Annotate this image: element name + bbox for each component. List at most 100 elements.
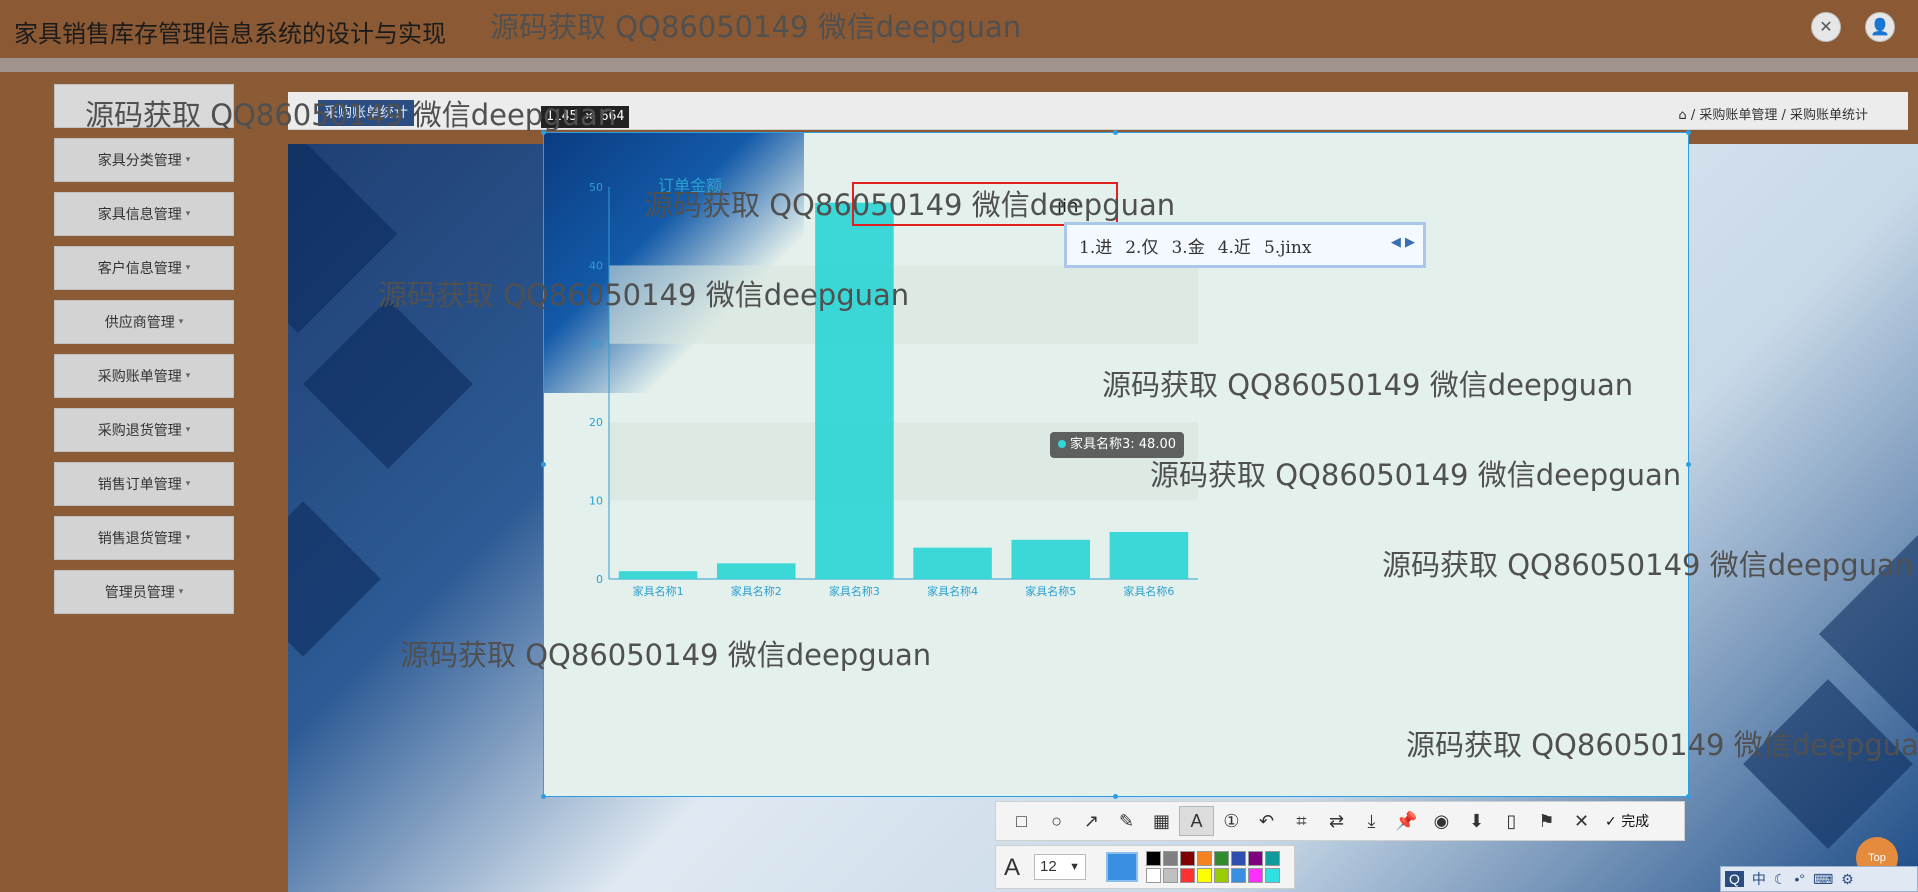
x-tick-label: 家具名称2 xyxy=(731,584,782,598)
bar xyxy=(716,563,796,579)
color-swatch[interactable] xyxy=(1265,868,1280,883)
watermark: 源码获取 QQ86050149 微信deepguan xyxy=(378,278,910,312)
sidebar-item-label: 客户信息管理 xyxy=(97,261,182,277)
mosaic-icon[interactable]: ▦ xyxy=(1144,806,1179,836)
color-swatch[interactable] xyxy=(1197,851,1212,866)
color-swatch[interactable] xyxy=(1214,851,1229,866)
watermark: 源码获取 QQ86050149 微信deepguan xyxy=(644,188,1176,222)
sidebar-item[interactable]: 销售退货管理 ▾ xyxy=(54,516,234,560)
ime-candidate[interactable]: 5.jinx xyxy=(1264,238,1311,258)
color-swatch[interactable] xyxy=(1231,868,1246,883)
arrow-icon[interactable]: ↗ xyxy=(1074,806,1109,836)
sidebar-item[interactable]: 家具分类管理 ▾ xyxy=(54,138,234,182)
color-swatch[interactable] xyxy=(1180,851,1195,866)
close-icon[interactable]: ✕ xyxy=(1564,806,1599,836)
record-icon[interactable]: ◉ xyxy=(1424,806,1459,836)
pencil-icon[interactable]: ✎ xyxy=(1109,806,1144,836)
expand-icon[interactable]: ✕ xyxy=(1811,12,1841,42)
translate-icon[interactable]: ⇄ xyxy=(1319,806,1354,836)
watermark: 源码获取 QQ86050149 微信deepguan xyxy=(490,10,1022,44)
watermark: 源码获取 QQ86050149 微信deepguan xyxy=(1406,728,1918,762)
chevron-down-icon: ▾ xyxy=(185,155,191,165)
y-tick-label: 30 xyxy=(589,338,603,351)
sidebar-item-label: 家具信息管理 xyxy=(97,207,182,223)
pin-icon[interactable]: 📌 xyxy=(1389,806,1424,836)
input-method-icon[interactable]: Q xyxy=(1725,871,1744,887)
current-color-swatch[interactable] xyxy=(1106,852,1138,882)
capture-toolbar: □ ○ ↗ ✎ ▦ A ① ↶ ⌗ ⇄ ⤓ 📌 ◉ ⬇ ▯ ⚑ ✕ ✓ 完成 xyxy=(995,801,1685,841)
number-icon[interactable]: ① xyxy=(1214,806,1249,836)
color-swatch[interactable] xyxy=(1180,868,1195,883)
long-capture-icon[interactable]: ⤓ xyxy=(1354,806,1389,836)
color-swatch[interactable] xyxy=(1214,868,1229,883)
y-tick-label: 50 xyxy=(589,181,603,194)
tray-item[interactable]: ⌨ xyxy=(1813,871,1833,887)
y-tick-label: 20 xyxy=(589,416,603,429)
color-swatch[interactable] xyxy=(1248,851,1263,866)
resize-handle[interactable] xyxy=(1113,794,1118,799)
home-icon[interactable]: ⌂ xyxy=(1678,108,1686,123)
color-swatch[interactable] xyxy=(1146,868,1161,883)
color-swatch[interactable] xyxy=(1163,868,1178,883)
ime-page-arrows[interactable]: ◀ ▶ xyxy=(1391,235,1415,250)
done-button[interactable]: ✓ 完成 xyxy=(1605,811,1649,831)
color-swatch[interactable] xyxy=(1146,851,1161,866)
sidebar-item[interactable]: 客户信息管理 ▾ xyxy=(54,246,234,290)
watermark: 源码获取 QQ86050149 微信deepguan xyxy=(1102,368,1634,402)
color-swatch[interactable] xyxy=(1197,868,1212,883)
font-size-select[interactable]: 12 ▼ xyxy=(1034,854,1086,880)
bookmark-icon[interactable]: ⚑ xyxy=(1529,806,1564,836)
ime-candidate-bar[interactable]: 1.进 2.仅 3.金 4.近 5.jinx ◀ ▶ xyxy=(1064,222,1426,268)
sidebar-item[interactable]: 供应商管理 ▾ xyxy=(54,300,234,344)
x-tick-label: 家具名称3 xyxy=(829,584,880,598)
tray-item[interactable]: ⚙ xyxy=(1841,871,1854,887)
breadcrumb: ⌂ / 采购账单管理 / 采购账单统计 xyxy=(1678,108,1868,123)
sidebar-item-label: 销售退货管理 xyxy=(97,531,182,547)
ime-candidate[interactable]: 1.进 xyxy=(1079,238,1112,258)
sidebar-item-label: 销售订单管理 xyxy=(97,477,182,493)
resize-handle[interactable] xyxy=(1686,462,1691,467)
color-swatch[interactable] xyxy=(1265,851,1280,866)
sidebar-item[interactable]: 家具信息管理 ▾ xyxy=(54,192,234,236)
bar xyxy=(1109,531,1189,579)
user-icon[interactable]: 👤 xyxy=(1865,12,1895,42)
chevron-down-icon: ▾ xyxy=(185,371,191,381)
color-swatch[interactable] xyxy=(1231,851,1246,866)
undo-icon[interactable]: ↶ xyxy=(1249,806,1284,836)
chevron-down-icon: ▾ xyxy=(185,479,191,489)
sidebar-item[interactable]: 采购退货管理 ▾ xyxy=(54,408,234,452)
ime-candidate[interactable]: 4.近 xyxy=(1218,238,1251,258)
sidebar-item[interactable]: 采购账单管理 ▾ xyxy=(54,354,234,398)
color-swatch[interactable] xyxy=(1248,868,1263,883)
sidebar-item-label: 管理员管理 xyxy=(104,585,175,601)
chevron-down-icon: ▾ xyxy=(178,587,184,597)
ime-candidate[interactable]: 3.金 xyxy=(1171,238,1204,258)
bar xyxy=(815,202,894,579)
watermark: 源码获取 QQ86050149 微信deepguan xyxy=(1150,458,1682,492)
chevron-down-icon: ▾ xyxy=(178,317,184,327)
tray-item[interactable]: •° xyxy=(1794,871,1805,887)
sidebar-item[interactable]: 管理员管理 ▾ xyxy=(54,570,234,614)
watermark: 源码获取 QQ86050149 微信deepguan xyxy=(400,638,932,672)
rectangle-icon[interactable]: □ xyxy=(1004,806,1039,836)
ellipse-icon[interactable]: ○ xyxy=(1039,806,1074,836)
tray-item[interactable]: ☾ xyxy=(1774,871,1787,887)
resize-handle[interactable] xyxy=(541,794,546,799)
watermark: 源码获取 QQ86050149 微信deepguan xyxy=(85,98,617,132)
resize-handle[interactable] xyxy=(1686,794,1691,799)
sidebar-item-label: 采购账单管理 xyxy=(97,369,182,385)
resize-handle[interactable] xyxy=(1686,130,1691,135)
tray-item[interactable]: 中 xyxy=(1752,871,1766,887)
color-swatch[interactable] xyxy=(1163,851,1178,866)
save-icon[interactable]: ▯ xyxy=(1494,806,1529,836)
resize-handle[interactable] xyxy=(1113,130,1118,135)
download-icon[interactable]: ⬇ xyxy=(1459,806,1494,836)
resize-handle[interactable] xyxy=(541,462,546,467)
ocr-icon[interactable]: ⌗ xyxy=(1284,806,1319,836)
ime-candidate[interactable]: 2.仅 xyxy=(1125,238,1158,258)
app-title: 家具销售库存管理信息系统的设计与实现 xyxy=(14,20,446,48)
watermark: 源码获取 QQ86050149 微信deepguan xyxy=(1382,548,1914,582)
header-strip xyxy=(0,58,1918,72)
text-icon[interactable]: A xyxy=(1179,806,1214,836)
sidebar-item[interactable]: 销售订单管理 ▾ xyxy=(54,462,234,506)
